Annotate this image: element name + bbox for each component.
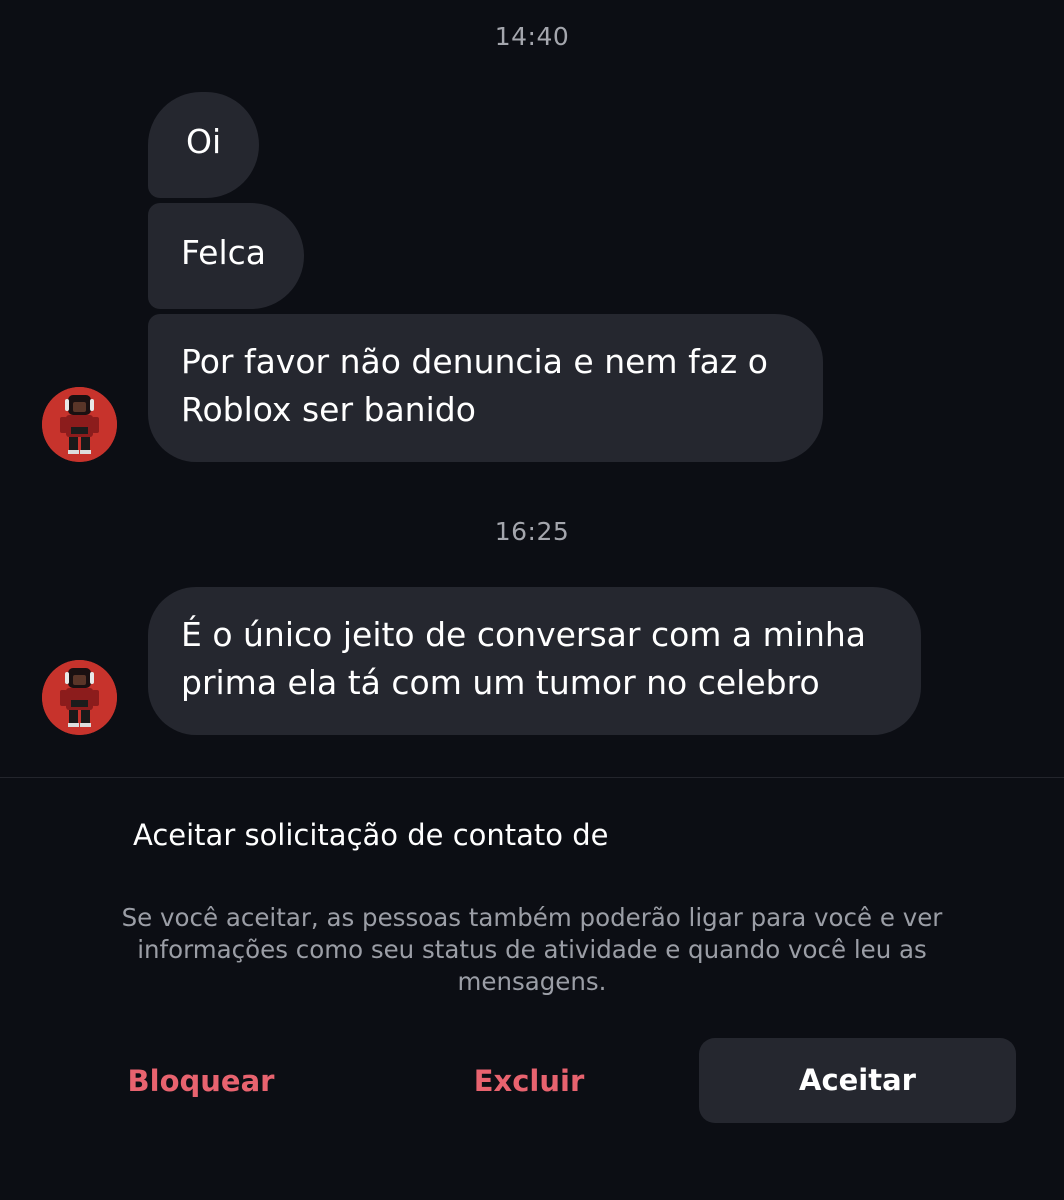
message-line: prima ela tá com um tumor no celebro bbox=[181, 663, 820, 702]
message-bubble[interactable]: Oi bbox=[148, 92, 259, 198]
avatar[interactable] bbox=[42, 387, 117, 462]
message-line: É o único jeito de conversar com a minha bbox=[181, 615, 867, 654]
timestamp: 14:40 bbox=[494, 22, 570, 51]
redaction-block bbox=[622, 812, 936, 862]
message-text: Oi bbox=[186, 122, 222, 161]
timestamp: 16:25 bbox=[494, 517, 570, 546]
message-bubble[interactable]: Por favor não denuncia e nem faz o Roblo… bbox=[148, 314, 823, 462]
message-line: Roblox ser banido bbox=[181, 390, 476, 429]
accept-button[interactable]: Aceitar bbox=[699, 1038, 1016, 1123]
delete-button[interactable]: Excluir bbox=[452, 1058, 606, 1104]
request-title: Aceitar solicitação de contato de bbox=[133, 818, 609, 852]
block-button[interactable]: Bloquear bbox=[110, 1058, 292, 1104]
message-line: Por favor não denuncia e nem faz o bbox=[181, 342, 768, 381]
avatar[interactable] bbox=[42, 660, 117, 735]
roblox-character-avatar-icon bbox=[42, 387, 117, 462]
message-bubble[interactable]: Felca bbox=[148, 203, 304, 309]
redaction-block bbox=[398, 858, 708, 890]
message-text: Felca bbox=[181, 233, 267, 272]
message-bubble[interactable]: É o único jeito de conversar com a minha… bbox=[148, 587, 921, 735]
divider bbox=[0, 777, 1064, 778]
roblox-character-avatar-icon bbox=[42, 660, 117, 735]
request-description: Se você aceitar, as pessoas também poder… bbox=[121, 903, 943, 996]
